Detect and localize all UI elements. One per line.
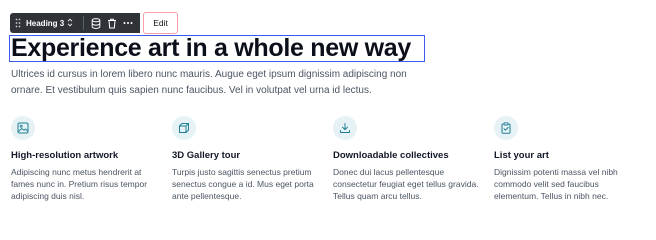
block-toolbar: Heading 3 Edit bbox=[10, 12, 178, 34]
toolbar-divider bbox=[83, 16, 85, 30]
feature-list-your-art: List your art Dignissim potenti massa ve… bbox=[494, 116, 644, 202]
feature-description: Donec dui lacus pellentesque consectetur… bbox=[333, 167, 479, 201]
cube-icon bbox=[172, 116, 196, 140]
feature-description: Dignissim potenti massa vel nibh commodo… bbox=[494, 167, 618, 201]
drag-handle-icon[interactable] bbox=[14, 13, 22, 33]
download-icon bbox=[333, 116, 357, 140]
feature-title: 3D Gallery tour bbox=[172, 150, 241, 161]
feature-title: Downloadable collectives bbox=[333, 150, 449, 161]
feature-high-resolution-artwork: High-resolution artwork Adipiscing nunc … bbox=[11, 116, 161, 202]
trash-icon[interactable] bbox=[104, 14, 120, 32]
database-icon[interactable] bbox=[88, 14, 104, 32]
feature-downloadable-collectives: Downloadable collectives Donec dui lacus… bbox=[333, 116, 483, 202]
feature-title: High-resolution artwork bbox=[11, 150, 119, 161]
edit-button[interactable]: Edit bbox=[143, 12, 178, 34]
page-heading[interactable]: Experience art in a whole new way bbox=[11, 34, 411, 63]
clipboard-check-icon bbox=[494, 116, 518, 140]
block-toolbar-controls: Heading 3 bbox=[10, 13, 141, 33]
intro-paragraph[interactable]: Ultrices id cursus in lorem libero nunc … bbox=[11, 67, 431, 99]
feature-description: Adipiscing nunc metus hendrerit at fames… bbox=[11, 167, 148, 201]
feature-title: List your art bbox=[494, 150, 549, 161]
chevron-up-down-icon bbox=[67, 17, 73, 29]
feature-3d-gallery-tour: 3D Gallery tour Turpis justo sagittis se… bbox=[172, 116, 322, 202]
image-icon bbox=[11, 116, 35, 140]
block-type-label: Heading 3 bbox=[26, 18, 65, 28]
block-type-selector[interactable]: Heading 3 bbox=[26, 17, 79, 29]
feature-description: Turpis justo sagittis senectus pretium s… bbox=[172, 167, 314, 201]
more-options-icon[interactable] bbox=[120, 14, 136, 32]
